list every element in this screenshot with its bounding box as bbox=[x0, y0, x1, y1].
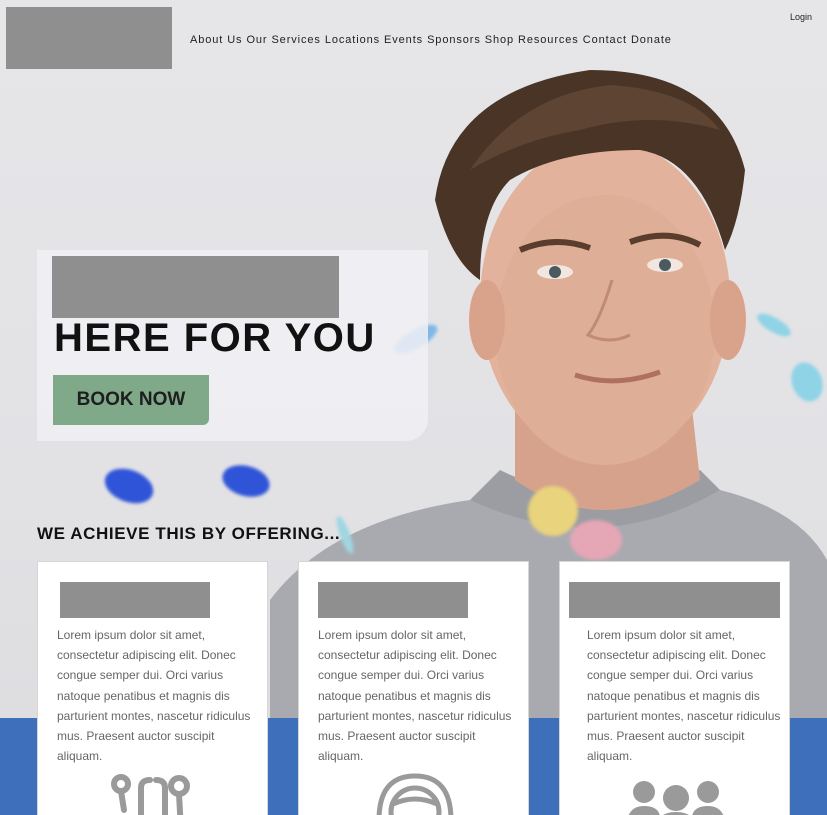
nav-item-locations[interactable]: Locations bbox=[325, 34, 380, 46]
nav-item-our-services[interactable]: Our Services bbox=[246, 34, 320, 46]
book-now-button[interactable]: BOOK NOW bbox=[53, 375, 209, 425]
redacted-card-title bbox=[60, 582, 210, 618]
decorative-petal bbox=[528, 486, 578, 536]
nav-item-sponsors[interactable]: Sponsors bbox=[427, 34, 481, 46]
nav-item-contact[interactable]: Contact bbox=[583, 34, 627, 46]
offering-card-body: Lorem ipsum dolor sit amet, consectetur … bbox=[587, 628, 781, 764]
site-logo[interactable] bbox=[6, 7, 172, 69]
stethoscope-icon bbox=[38, 770, 269, 815]
nav-item-donate[interactable]: Donate bbox=[631, 34, 672, 46]
login-link[interactable]: Login bbox=[790, 12, 812, 22]
redacted-card-title bbox=[318, 582, 468, 618]
hero-title: HERE FOR YOU bbox=[54, 316, 376, 360]
offerings-heading: WE ACHIEVE THIS BY OFFERING... bbox=[37, 524, 341, 543]
offering-card-body: Lorem ipsum dolor sit amet, consectetur … bbox=[318, 628, 512, 764]
nav-item-about-us[interactable]: About Us bbox=[190, 34, 242, 46]
nav-item-resources[interactable]: Resources bbox=[518, 34, 579, 46]
hero-card: HERE FOR YOU BOOK NOW bbox=[37, 250, 428, 441]
main-nav: About Us Our Services Locations Events S… bbox=[190, 34, 676, 46]
redacted-card-title bbox=[569, 582, 780, 618]
group-icon bbox=[560, 770, 791, 815]
headset-icon bbox=[299, 770, 530, 815]
nav-item-shop[interactable]: Shop bbox=[485, 34, 514, 46]
offering-card: Lorem ipsum dolor sit amet, consectetur … bbox=[37, 561, 268, 815]
offering-card: Lorem ipsum dolor sit amet, consectetur … bbox=[298, 561, 529, 815]
offering-card-body: Lorem ipsum dolor sit amet, consectetur … bbox=[57, 628, 251, 764]
decorative-petal bbox=[570, 520, 622, 560]
redacted-headline bbox=[52, 256, 339, 318]
nav-item-events[interactable]: Events bbox=[384, 34, 423, 46]
offering-card: Lorem ipsum dolor sit amet, consectetur … bbox=[559, 561, 790, 815]
